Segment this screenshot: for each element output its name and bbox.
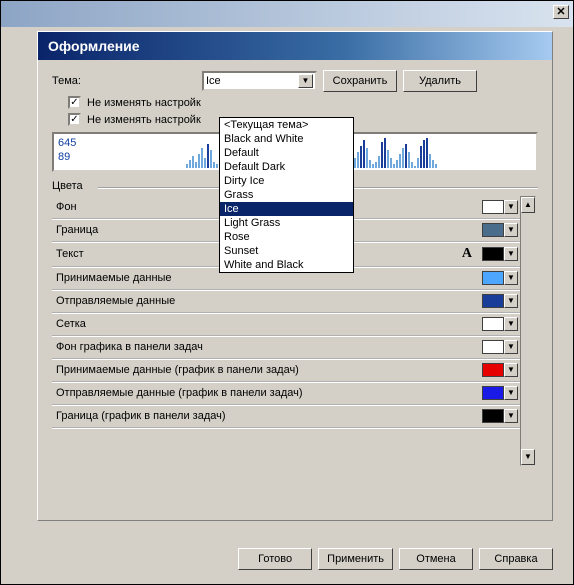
- theme-combobox[interactable]: Ice ▼: [202, 71, 317, 91]
- chevron-down-icon[interactable]: ▼: [504, 409, 518, 423]
- theme-option[interactable]: Rose: [220, 230, 353, 244]
- close-icon: ✕: [556, 6, 565, 18]
- chevron-down-icon[interactable]: ▼: [504, 200, 518, 214]
- theme-option[interactable]: Sunset: [220, 244, 353, 258]
- chevron-down-icon[interactable]: ▼: [504, 294, 518, 308]
- color-swatch[interactable]: [482, 247, 504, 261]
- theme-option[interactable]: Grass: [220, 188, 353, 202]
- checkbox-keep-settings-2[interactable]: [68, 113, 81, 126]
- theme-value: Ice: [206, 75, 298, 87]
- chevron-down-icon[interactable]: ▼: [504, 386, 518, 400]
- theme-option[interactable]: Light Grass: [220, 216, 353, 230]
- ok-button[interactable]: Готово: [238, 548, 312, 570]
- theme-row: Тема: Ice ▼ Сохранить Удалить: [52, 70, 538, 92]
- theme-option[interactable]: <Текущая тема>: [220, 118, 353, 132]
- checkbox-label-1: Не изменять настройк: [87, 97, 201, 109]
- theme-option[interactable]: Dirty Ice: [220, 174, 353, 188]
- color-row: Граница (график в панели задач) ▼: [52, 405, 522, 428]
- checkbox-label-2: Не изменять настройк: [87, 114, 201, 126]
- text-sample-icon: A: [462, 246, 472, 262]
- theme-option[interactable]: White and Black: [220, 258, 353, 272]
- scroll-down-icon[interactable]: ▼: [521, 449, 535, 465]
- color-swatch[interactable]: [482, 363, 504, 377]
- chevron-down-icon[interactable]: ▼: [504, 363, 518, 377]
- color-label: Граница (график в панели задач): [56, 410, 476, 422]
- theme-option[interactable]: Default: [220, 146, 353, 160]
- scroll-up-icon[interactable]: ▲: [521, 197, 535, 213]
- theme-option[interactable]: Ice: [220, 202, 353, 216]
- chevron-down-icon[interactable]: ▼: [504, 340, 518, 354]
- chevron-down-icon[interactable]: ▼: [504, 317, 518, 331]
- color-label: Принимаемые данные (график в панели зада…: [56, 364, 476, 376]
- color-row: Отправляемые данные (график в панели зад…: [52, 382, 522, 405]
- scrollbar[interactable]: ▲ ▼: [520, 196, 536, 466]
- save-button[interactable]: Сохранить: [323, 70, 397, 92]
- help-button[interactable]: Справка: [479, 548, 553, 570]
- dialog-window: ✕ Оформление Тема: Ice ▼ Сохранить Удали…: [0, 0, 574, 585]
- page-title: Оформление: [38, 32, 552, 60]
- color-swatch[interactable]: [482, 409, 504, 423]
- chevron-down-icon[interactable]: ▼: [504, 271, 518, 285]
- color-label: Фон графика в панели задач: [56, 341, 476, 353]
- theme-label: Тема:: [52, 75, 202, 87]
- color-swatch[interactable]: [482, 317, 504, 331]
- theme-option[interactable]: Default Dark: [220, 160, 353, 174]
- theme-dropdown-list[interactable]: <Текущая тема>Black and WhiteDefaultDefa…: [219, 117, 354, 273]
- color-row: Фон графика в панели задач ▼: [52, 336, 522, 359]
- color-label: Сетка: [56, 318, 476, 330]
- color-row: Сетка ▼: [52, 313, 522, 336]
- color-label: Отправляемые данные (график в панели зад…: [56, 387, 476, 399]
- dialog-buttons: Готово Применить Отмена Справка: [232, 548, 553, 570]
- cancel-button[interactable]: Отмена: [399, 548, 473, 570]
- color-label: Отправляемые данные: [56, 295, 476, 307]
- color-row: Принимаемые данные (график в панели зада…: [52, 359, 522, 382]
- chevron-down-icon[interactable]: ▼: [298, 74, 313, 88]
- color-swatch[interactable]: [482, 340, 504, 354]
- outer-titlebar: ✕: [1, 1, 573, 27]
- apply-button[interactable]: Применить: [318, 548, 393, 570]
- checkbox-keep-settings-1[interactable]: [68, 96, 81, 109]
- graph-value-1: 645: [58, 136, 180, 150]
- color-swatch[interactable]: [482, 294, 504, 308]
- color-row: Отправляемые данные ▼: [52, 290, 522, 313]
- theme-option[interactable]: Black and White: [220, 132, 353, 146]
- delete-button[interactable]: Удалить: [403, 70, 477, 92]
- color-label: Принимаемые данные: [56, 272, 476, 284]
- color-swatch[interactable]: [482, 386, 504, 400]
- color-swatch[interactable]: [482, 271, 504, 285]
- checkbox-row-1: Не изменять настройк: [68, 96, 538, 109]
- page-panel: Оформление Тема: Ice ▼ Сохранить Удалить…: [37, 31, 553, 521]
- color-swatch[interactable]: [482, 223, 504, 237]
- chevron-down-icon[interactable]: ▼: [504, 247, 518, 261]
- close-button[interactable]: ✕: [553, 5, 569, 19]
- chevron-down-icon[interactable]: ▼: [504, 223, 518, 237]
- graph-value-2: 89: [58, 150, 180, 164]
- color-swatch[interactable]: [482, 200, 504, 214]
- graph-values: 645 89: [54, 134, 184, 170]
